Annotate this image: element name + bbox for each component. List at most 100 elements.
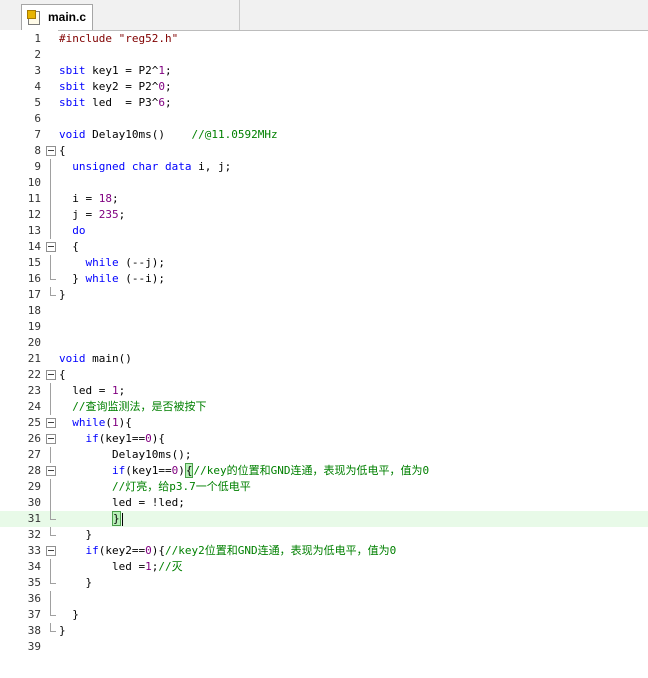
code-text: led = !led; (59, 495, 185, 511)
code-token: Delay10ms() (85, 128, 192, 141)
code-line[interactable]: 14 { (0, 239, 648, 255)
code-token: while (85, 256, 119, 269)
fold-guide-line (45, 191, 58, 207)
code-line[interactable]: 20 (0, 335, 648, 351)
code-text: void main() (59, 351, 132, 367)
code-token: //key2位置和GND连通，表现为低电平，值为0 (164, 544, 397, 557)
code-line[interactable]: 19 (0, 319, 648, 335)
code-line[interactable]: 1 #include "reg52.h" (0, 31, 648, 47)
fold-guide-line (45, 207, 58, 223)
code-line[interactable]: 16 } while (--i); (0, 271, 648, 287)
code-token: } (59, 624, 66, 637)
code-line[interactable]: 2 (0, 47, 648, 63)
fold-guide-line (45, 559, 58, 575)
code-token: //key的位置和GND连通，表现为低电平，值为0 (193, 464, 430, 477)
line-number: 10 (27, 176, 41, 189)
code-line[interactable]: 4 sbit key2 = P2^0; (0, 79, 648, 95)
code-token: i = (59, 192, 99, 205)
line-number: 27 (27, 448, 41, 461)
fold-collapse-icon[interactable] (45, 543, 58, 559)
code-line[interactable]: 8{ (0, 143, 648, 159)
code-text: led =1;//灭 (59, 559, 183, 575)
fold-guide-line (45, 447, 58, 463)
code-token: main() (85, 352, 132, 365)
code-token: (--j); (118, 256, 165, 269)
code-token: ; (164, 96, 172, 109)
code-text: sbit led = P3^6; (59, 95, 172, 111)
code-token: } (59, 272, 86, 285)
code-line[interactable]: 30 led = !led; (0, 495, 648, 511)
line-number: 18 (27, 304, 41, 317)
code-line[interactable]: 32 } (0, 527, 648, 543)
code-token: #include "reg52.h" (59, 32, 179, 45)
code-line[interactable]: 37 } (0, 607, 648, 623)
code-line[interactable]: 33 if(key2==0){//key2位置和GND连通，表现为低电平，值为0 (0, 543, 648, 559)
code-line[interactable]: 7 void Delay10ms() //@11.0592MHz (0, 127, 648, 143)
fold-collapse-icon[interactable] (45, 239, 58, 255)
fold-collapse-icon[interactable] (45, 415, 58, 431)
code-line[interactable]: 11 i = 18; (0, 191, 648, 207)
code-token: i, j; (191, 160, 232, 173)
code-text: } (59, 527, 92, 543)
code-text: led = 1; (59, 383, 125, 399)
line-number: 29 (27, 480, 41, 493)
code-text: sbit key1 = P2^1; (59, 63, 172, 79)
code-token: Delay10ms(); (59, 448, 192, 461)
code-line[interactable]: 13 do (0, 223, 648, 239)
code-line[interactable]: 28 if(key1==0){//key的位置和GND连通，表现为低电平，值为0 (0, 463, 648, 479)
code-line[interactable]: 9 unsigned char data i, j; (0, 159, 648, 175)
line-number: 20 (27, 336, 41, 349)
fold-collapse-icon[interactable] (45, 463, 58, 479)
code-line[interactable]: 34 led =1;//灭 (0, 559, 648, 575)
code-line[interactable]: 17} (0, 287, 648, 303)
line-number: 13 (27, 224, 41, 237)
code-line[interactable]: 21 void main() (0, 351, 648, 367)
code-line[interactable]: 10 (0, 175, 648, 191)
code-token: 1 (111, 384, 119, 397)
code-text: //查询监测法，是否被按下 (59, 399, 206, 415)
code-line[interactable]: 27 Delay10ms(); (0, 447, 648, 463)
code-token: if (85, 544, 99, 557)
code-line[interactable]: 18 (0, 303, 648, 319)
code-line[interactable]: 39 (0, 639, 648, 655)
matched-brace: } (111, 511, 121, 526)
code-token: //灭 (158, 560, 183, 573)
code-token: 6 (158, 96, 165, 109)
code-line[interactable]: 26 if(key1==0){ (0, 431, 648, 447)
code-line[interactable]: 5 sbit led = P3^6; (0, 95, 648, 111)
line-number: 34 (27, 560, 41, 573)
fold-guide-line (45, 223, 58, 239)
code-token: led = !led; (59, 496, 185, 509)
code-line[interactable]: 15 while (--j); (0, 255, 648, 271)
code-line[interactable]: 12 j = 235; (0, 207, 648, 223)
code-token: sbit (59, 96, 86, 109)
line-number: 35 (27, 576, 41, 589)
code-line[interactable]: 36 (0, 591, 648, 607)
code-token: 0 (145, 432, 152, 445)
code-line[interactable]: 6 (0, 111, 648, 127)
code-line[interactable]: 31 } (0, 511, 648, 527)
code-token: void (59, 128, 86, 141)
tab-main-c[interactable]: main.c (21, 4, 93, 30)
line-number: 2 (34, 48, 41, 61)
fold-end-marker (45, 623, 58, 639)
code-line[interactable]: 22 { (0, 367, 648, 383)
line-number: 16 (27, 272, 41, 285)
line-number: 3 (34, 64, 41, 77)
code-line[interactable]: 24 //查询监测法，是否被按下 (0, 399, 648, 415)
code-line[interactable]: 3 sbit key1 = P2^1; (0, 63, 648, 79)
code-token: ; (118, 384, 126, 397)
line-number: 30 (27, 496, 41, 509)
code-line[interactable]: 38} (0, 623, 648, 639)
fold-collapse-icon[interactable] (45, 431, 58, 447)
code-line[interactable]: 23 led = 1; (0, 383, 648, 399)
fold-collapse-icon[interactable] (45, 143, 58, 159)
code-token: ; (112, 192, 119, 205)
fold-collapse-icon[interactable] (45, 367, 58, 383)
code-line[interactable]: 25 while(1){ (0, 415, 648, 431)
code-text: { (59, 143, 66, 159)
code-line[interactable]: 29 //灯亮，给p3.7一个低电平 (0, 479, 648, 495)
code-line[interactable]: 35 } (0, 575, 648, 591)
